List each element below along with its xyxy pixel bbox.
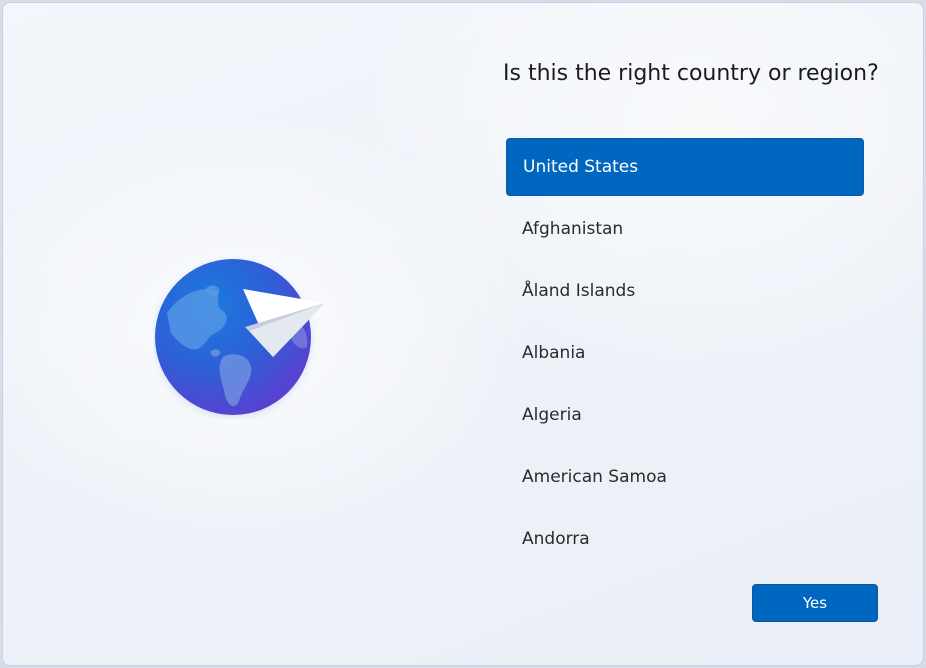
globe-paper-plane-icon xyxy=(153,255,329,419)
yes-button[interactable]: Yes xyxy=(752,584,878,622)
country-item-american-samoa[interactable]: American Samoa xyxy=(506,448,864,506)
country-item-afghanistan[interactable]: Afghanistan xyxy=(506,200,864,258)
country-item-united-states[interactable]: United States xyxy=(506,138,864,196)
country-item-algeria[interactable]: Algeria xyxy=(506,386,864,444)
country-list[interactable]: United States Afghanistan Åland Islands … xyxy=(506,138,864,574)
country-item-aland-islands[interactable]: Åland Islands xyxy=(506,262,864,320)
country-item-andorra[interactable]: Andorra xyxy=(506,510,864,568)
country-item-albania[interactable]: Albania xyxy=(506,324,864,382)
page-title: Is this the right country or region? xyxy=(503,61,879,86)
setup-window: Is this the right country or region? Uni… xyxy=(2,2,924,666)
